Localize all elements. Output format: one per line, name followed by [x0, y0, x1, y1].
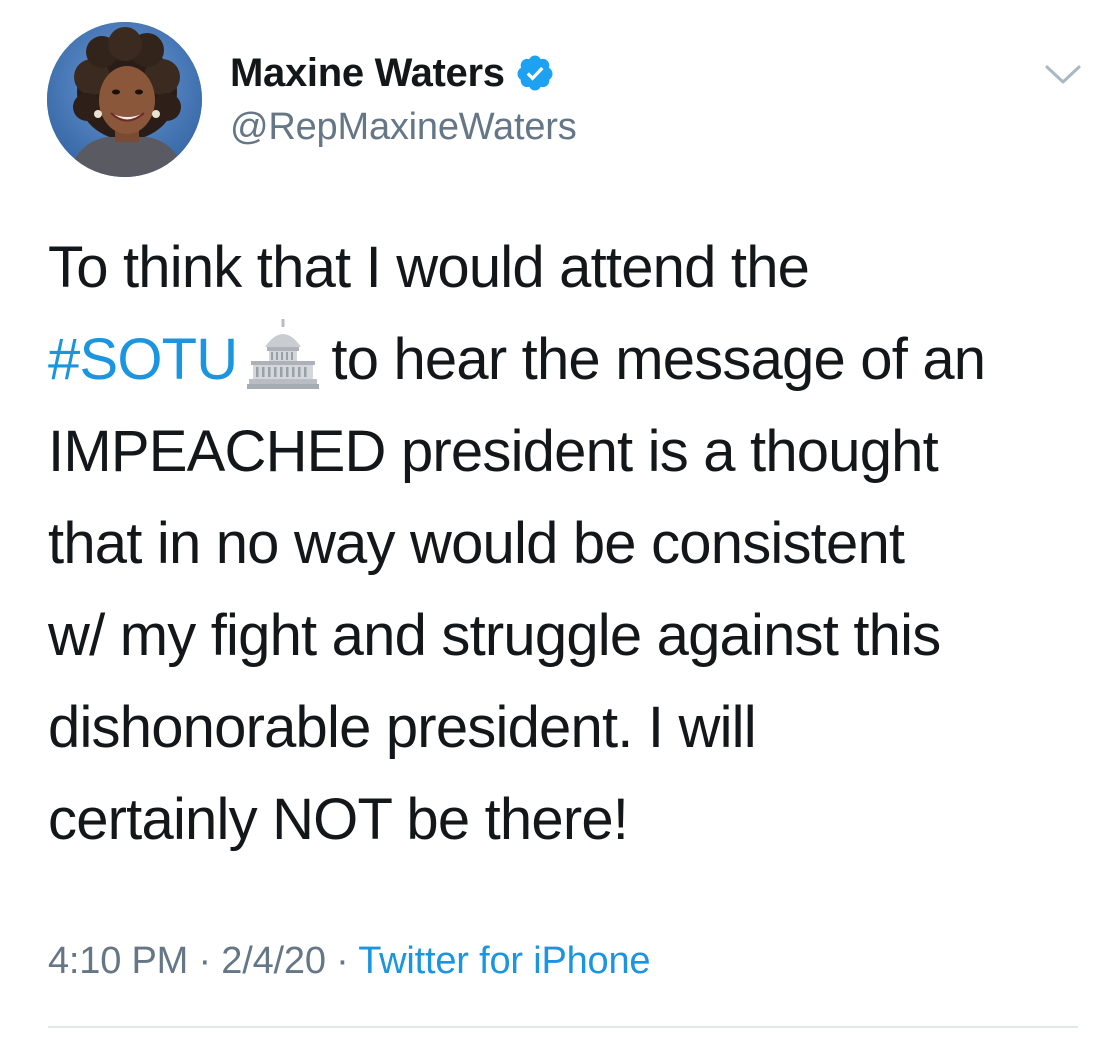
avatar[interactable] [47, 22, 202, 177]
profile-photo [47, 22, 202, 177]
meta-separator: · [325, 940, 359, 982]
tweet-card: Maxine Waters @RepMaxineWaters To think … [0, 0, 1095, 1042]
tweet-source-link[interactable]: Twitter for iPhone [358, 940, 650, 982]
tweet-meta: 4:10 PM · 2/4/20 · Twitter for iPhone [48, 938, 651, 984]
tweet-line: dishonorable president. I will [48, 695, 757, 760]
meta-separator: · [188, 940, 222, 982]
tweet-line: #SOTU to hear the message of an [48, 314, 1088, 406]
tweet-line: To think that I would attend the [48, 235, 810, 300]
tweet-time[interactable]: 4:10 PM [48, 940, 188, 982]
hashtag-link[interactable]: #SOTU [48, 327, 238, 392]
tweet-line: IMPEACHED president is a thought [48, 419, 939, 484]
author-name-row: Maxine Waters [230, 48, 555, 98]
tweet-line-rest: to hear the message of an [331, 327, 986, 392]
display-name[interactable]: Maxine Waters [230, 49, 505, 97]
divider [48, 1026, 1078, 1028]
tweet-line: certainly NOT be there! [48, 787, 629, 852]
tweet-line: w/ my fight and struggle against this [48, 603, 941, 668]
tweet-line: that in no way would be consistent [48, 511, 905, 576]
tweet-text: To think that I would attend the #SOTU t… [48, 222, 1088, 866]
capitol-building-icon [245, 317, 321, 391]
chevron-down-icon[interactable] [1043, 62, 1083, 88]
tweet-date[interactable]: 2/4/20 [221, 940, 326, 982]
verified-badge-icon [515, 53, 555, 93]
user-handle[interactable]: @RepMaxineWaters [230, 104, 577, 150]
